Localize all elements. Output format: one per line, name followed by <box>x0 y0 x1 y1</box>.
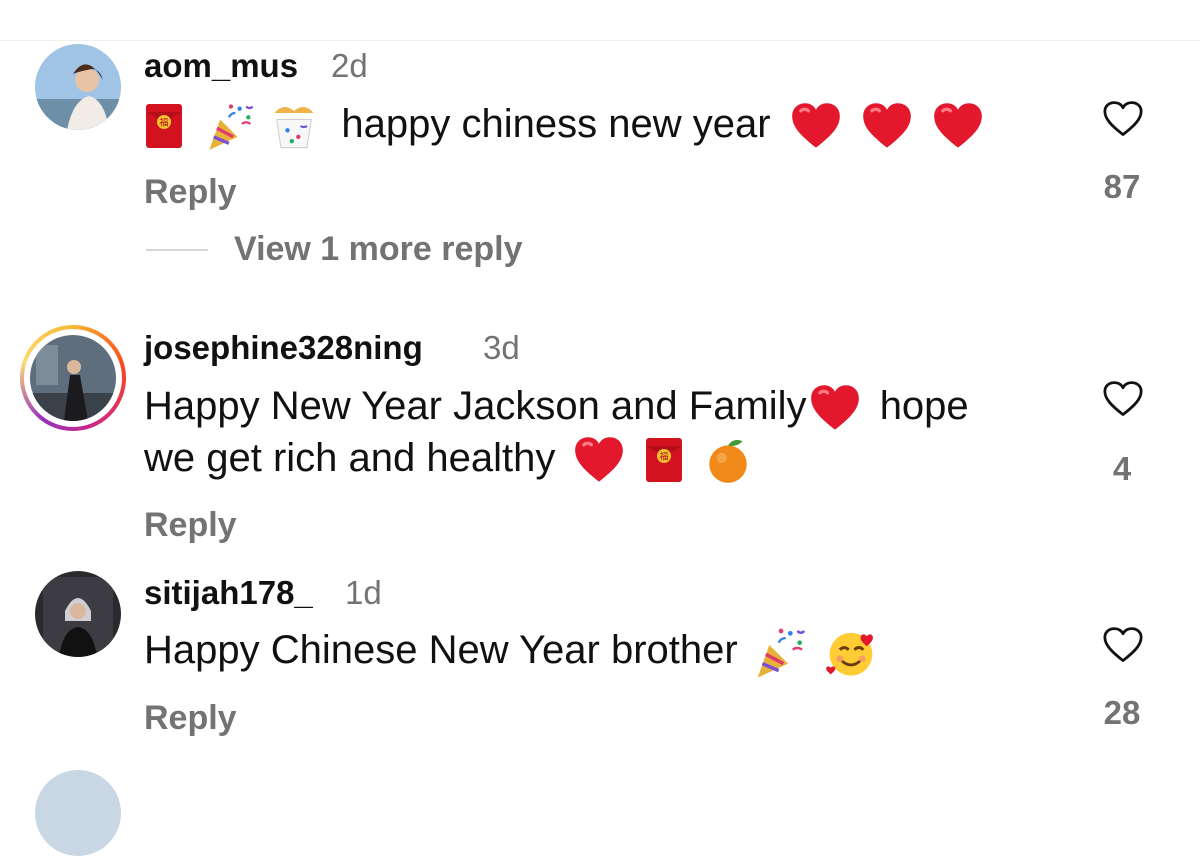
comment-text-line: we get rich and healthy <box>144 432 753 485</box>
comment-text: Happy Chinese New Year brother <box>144 624 878 680</box>
like-count: 87 <box>1103 168 1141 205</box>
top-divider <box>0 40 1200 41</box>
like-count: 4 <box>1112 450 1132 487</box>
red-heart-emoji <box>861 102 913 150</box>
avatar-ring-gap <box>24 329 122 427</box>
comment-username[interactable]: sitijah178_ <box>144 574 313 612</box>
avatar <box>30 335 116 421</box>
comment-age: 3d <box>483 329 520 366</box>
confetti-ball-emoji <box>268 100 320 152</box>
party-popper-emoji <box>205 100 257 152</box>
avatar[interactable] <box>35 770 121 856</box>
comment-username[interactable]: josephine328ning <box>144 329 423 367</box>
avatar-story-ring[interactable] <box>20 325 126 431</box>
heart-outline-icon[interactable] <box>1102 626 1144 664</box>
red-heart-emoji <box>790 102 842 150</box>
thread-line <box>146 249 208 251</box>
comment-text-line: Happy New Year Jackson and Family hope <box>144 380 969 432</box>
comment-text-content: Happy New Year Jackson and Family <box>144 384 807 428</box>
red-heart-emoji <box>573 436 625 484</box>
red-envelope-emoji <box>644 436 684 484</box>
like-count: 28 <box>1103 694 1141 731</box>
tangerine-emoji <box>703 435 753 485</box>
comment-age: 1d <box>345 574 382 611</box>
heart-outline-icon[interactable] <box>1102 100 1144 138</box>
comment-text-content: hope <box>879 384 969 428</box>
view-more-replies-button[interactable]: View 1 more reply <box>234 230 523 269</box>
heart-outline-icon[interactable] <box>1102 380 1144 418</box>
comment-text-content: we get rich and healthy <box>144 436 556 480</box>
reply-button[interactable]: Reply <box>144 506 237 545</box>
party-popper-emoji <box>753 624 809 680</box>
red-heart-emoji <box>932 102 984 150</box>
red-envelope-emoji <box>144 102 184 150</box>
comment-age: 2d <box>331 47 368 84</box>
avatar[interactable] <box>35 44 121 130</box>
smiling-face-with-hearts-emoji <box>824 625 878 679</box>
comment-text-content: happy chiness new year <box>341 102 771 146</box>
comment-username[interactable]: aom_mus <box>144 47 298 85</box>
avatar[interactable] <box>35 571 121 657</box>
red-heart-emoji <box>809 384 861 432</box>
reply-button[interactable]: Reply <box>144 699 237 738</box>
reply-button[interactable]: Reply <box>144 173 237 212</box>
comment-text: happy chiness new year <box>144 98 984 152</box>
comment-text-content: Happy Chinese New Year brother <box>144 628 738 672</box>
